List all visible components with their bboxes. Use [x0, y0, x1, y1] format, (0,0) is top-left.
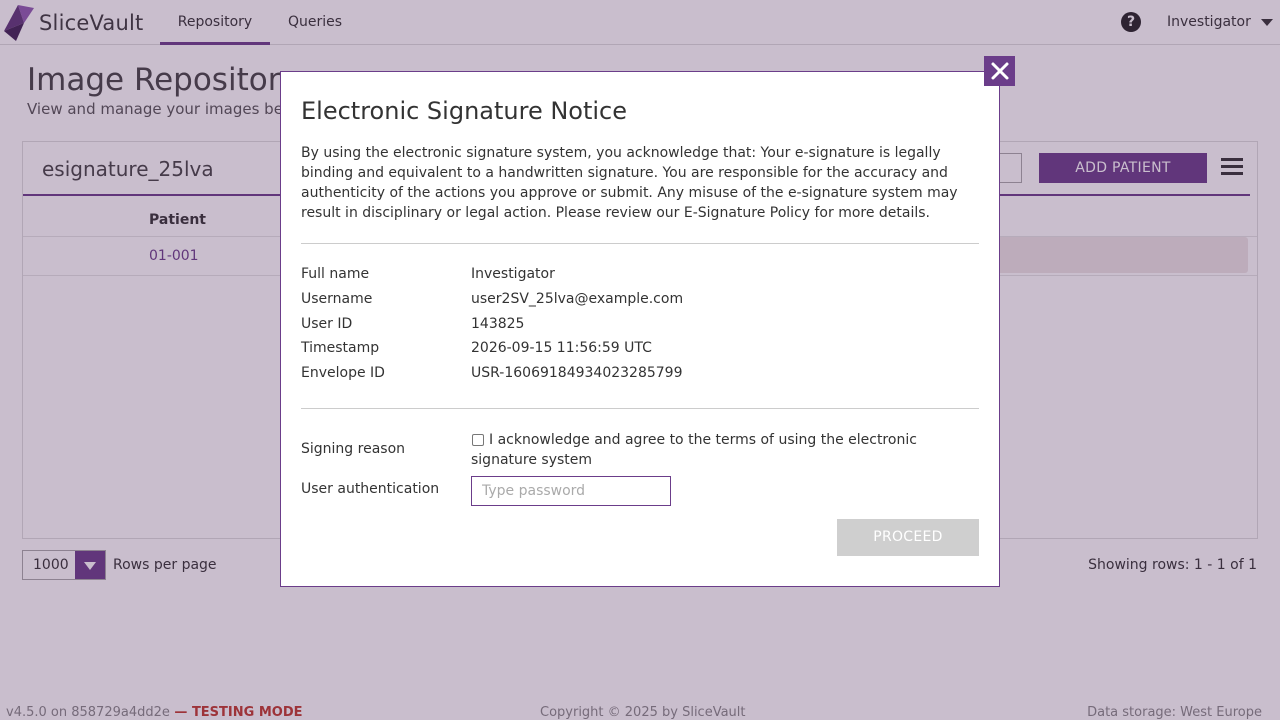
username-label: Username	[301, 291, 373, 307]
acknowledge-checkbox[interactable]	[472, 434, 484, 446]
modal-title: Electronic Signature Notice	[301, 97, 628, 125]
user-id-value: 143825	[471, 316, 525, 332]
acknowledge-label[interactable]: I acknowledge and agree to the terms of …	[471, 430, 941, 470]
esignature-modal: Electronic Signature Notice By using the…	[280, 71, 1000, 587]
username-value: user2SV_25lva@example.com	[471, 291, 684, 307]
modal-divider	[301, 408, 979, 409]
timestamp-label: Timestamp	[301, 340, 380, 356]
password-input[interactable]	[471, 476, 671, 506]
envelope-id-value: USR-16069184934023285799	[471, 365, 683, 381]
timestamp-value: 2026-09-15 11:56:59 UTC	[471, 340, 652, 356]
full-name-value: Investigator	[471, 266, 555, 282]
user-id-label: User ID	[301, 316, 353, 332]
full-name-label: Full name	[301, 266, 370, 282]
close-icon	[991, 62, 1008, 80]
envelope-id-label: Envelope ID	[301, 365, 385, 381]
close-button[interactable]	[984, 56, 1015, 86]
modal-divider	[301, 243, 979, 244]
signing-reason-label: Signing reason	[301, 441, 406, 457]
proceed-button[interactable]: PROCEED	[837, 519, 979, 556]
user-authentication-label: User authentication	[301, 481, 440, 497]
signature-notice-text: By using the electronic signature system…	[301, 145, 958, 221]
